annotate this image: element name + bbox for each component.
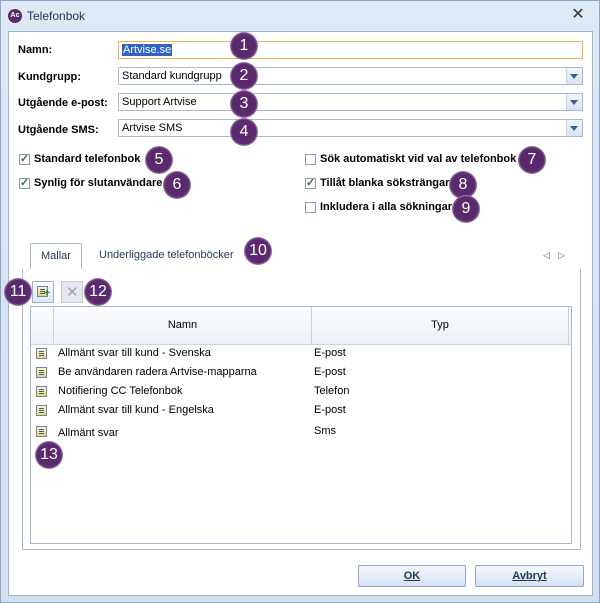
row-type: E-post — [314, 366, 346, 378]
include-all-checkbox[interactable] — [305, 202, 316, 213]
row-type: E-post — [314, 347, 346, 359]
outgoing-sms-value: Artvise SMS — [122, 122, 183, 134]
annotation-badge: 13 — [35, 441, 63, 469]
grid-header: Namn Typ — [31, 307, 571, 345]
template-icon — [36, 386, 47, 397]
delete-icon: ✕ — [66, 284, 79, 301]
include-all-label: Inkludera i alla sökningar — [320, 201, 453, 213]
standard-phonebook-label: Standard telefonbok — [34, 153, 141, 165]
column-header-type[interactable]: Typ — [312, 307, 569, 344]
chevron-down-icon[interactable] — [566, 120, 582, 136]
annotation-badge: 7 — [518, 146, 546, 174]
row-name: Allmänt svar till kund - Engelska — [58, 404, 214, 416]
phonebook-dialog: Ac Telefonbok ✕ Namn: Artvise.se Kundgru… — [0, 0, 600, 603]
outgoing-email-label: Utgående e-post: — [18, 97, 108, 109]
table-row[interactable]: Be användaren radera Artvise-mapparna E-… — [31, 363, 571, 382]
ok-button[interactable]: OK — [358, 565, 466, 587]
plus-icon: + — [44, 288, 50, 299]
visible-end-users-checkbox[interactable] — [19, 176, 30, 189]
customer-group-select[interactable]: Standard kundgrupp — [118, 67, 583, 85]
visible-end-users-label: Synlig för slutanvändare — [34, 177, 163, 189]
row-name: Notifiering CC Telefonbok — [58, 385, 183, 397]
window-title: Telefonbok — [27, 9, 86, 23]
annotation-badge: 6 — [163, 171, 191, 199]
outgoing-email-value: Support Artvise — [122, 96, 197, 108]
outgoing-email-select[interactable]: Support Artvise — [118, 93, 583, 111]
tab-templates[interactable]: Mallar — [30, 243, 82, 270]
row-name: Allmänt svar till kund - Svenska — [58, 347, 211, 359]
row-name: Be användaren radera Artvise-mapparna — [58, 366, 257, 378]
annotation-badge: 5 — [145, 146, 173, 174]
column-header-name[interactable]: Namn — [54, 307, 312, 344]
row-type: Telefon — [314, 385, 350, 397]
row-name: Allmänt svar — [58, 427, 119, 439]
auto-search-checkbox[interactable] — [305, 154, 316, 165]
tab-sub-phonebooks[interactable]: Underliggade telefonböcker — [89, 243, 244, 268]
name-field[interactable]: Artvise.se — [118, 41, 583, 59]
row-indicator-header — [31, 307, 54, 344]
template-icon — [36, 426, 47, 437]
annotation-badge: 2 — [230, 62, 258, 90]
tab-strip: Mallar Underliggade telefonböcker ◁▷ — [22, 243, 579, 270]
table-row[interactable]: Allmänt svar Sms — [31, 422, 571, 441]
template-icon — [36, 348, 47, 359]
row-type: Sms — [314, 425, 336, 437]
annotation-badge: 10 — [244, 237, 272, 265]
annotation-badge: 12 — [84, 278, 112, 306]
chevron-down-icon[interactable] — [566, 94, 582, 110]
tab-scroll-arrows[interactable]: ◁▷ — [543, 250, 573, 261]
row-type: E-post — [314, 404, 346, 416]
cancel-button[interactable]: Avbryt — [475, 565, 584, 587]
annotation-badge: 3 — [230, 90, 258, 118]
customer-group-value: Standard kundgrupp — [122, 70, 222, 82]
table-row[interactable]: Allmänt svar till kund - Svenska E-post — [31, 344, 571, 363]
standard-phonebook-checkbox[interactable] — [19, 152, 30, 165]
title-bar: Ac Telefonbok ✕ — [1, 1, 599, 31]
name-label: Namn: — [18, 44, 53, 56]
delete-template-button[interactable]: ✕ — [61, 281, 83, 303]
template-icon — [36, 367, 47, 378]
table-row[interactable]: Notifiering CC Telefonbok Telefon — [31, 382, 571, 401]
annotation-badge: 4 — [230, 118, 258, 146]
customer-group-label: Kundgrupp: — [18, 71, 81, 83]
add-template-button[interactable]: + — [32, 281, 54, 303]
allow-blank-checkbox[interactable] — [305, 176, 316, 189]
annotation-badge: 9 — [452, 195, 480, 223]
auto-search-label: Sök automatiskt vid val av telefonbok — [320, 153, 517, 165]
chevron-down-icon[interactable] — [566, 68, 582, 84]
template-icon — [36, 405, 47, 416]
outgoing-sms-label: Utgående SMS: — [18, 124, 99, 136]
name-value: Artvise.se — [122, 44, 173, 56]
annotation-badge: 1 — [230, 32, 258, 60]
annotation-badge: 11 — [4, 278, 32, 306]
templates-grid: Namn Typ Allmänt svar till kund - Svensk… — [30, 306, 572, 544]
table-row[interactable]: Allmänt svar till kund - Engelska E-post — [31, 401, 571, 420]
app-icon: Ac — [8, 9, 22, 23]
allow-blank-label: Tillåt blanka söksträngar — [320, 177, 450, 189]
close-icon[interactable]: ✕ — [569, 6, 587, 24]
outgoing-sms-select[interactable]: Artvise SMS — [118, 119, 583, 137]
